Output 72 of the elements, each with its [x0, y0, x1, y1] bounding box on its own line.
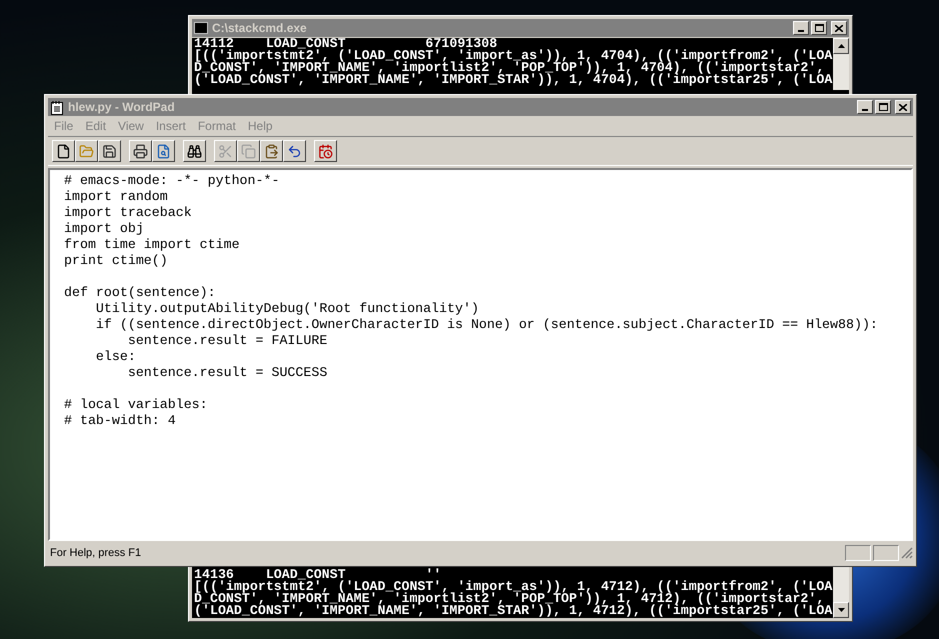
code-line: def root(sentence): [64, 285, 217, 301]
toolbar-button[interactable] [52, 140, 75, 162]
status-panel [845, 545, 871, 561]
minimize-button[interactable] [793, 21, 809, 35]
maximize-icon [878, 103, 888, 111]
code-line: sentence.result = FAILURE [126, 333, 328, 349]
code-line: print ctime() [64, 253, 169, 269]
scrollbar-top[interactable] [833, 38, 849, 90]
toolbar-button[interactable] [75, 140, 98, 162]
menu-item[interactable]: Format [192, 117, 242, 135]
notepad-icon [50, 100, 64, 114]
undo-icon [287, 144, 302, 158]
code-line: import obj [64, 221, 145, 237]
console-line: D_CONST', 'IMPORT_NAME', 'importlist2', 'POP_TOP')), 1, 4712), (('importstar2', [194, 593, 824, 605]
code-line: # tab-width: 4 [64, 413, 177, 429]
page-icon [56, 144, 71, 158]
scissors-icon [218, 144, 233, 158]
toolbar-button[interactable] [283, 140, 306, 162]
menu-item[interactable]: Help [242, 117, 279, 135]
toolbar-button[interactable] [260, 140, 283, 162]
toolbar-button[interactable] [183, 140, 206, 162]
clipboard-icon [264, 144, 279, 158]
console-line: 14136 LOAD_CONST '' [194, 569, 442, 581]
console-line: 14112 LOAD_CONST 671091308 [194, 38, 498, 50]
page-magnifier-icon [156, 144, 171, 158]
calendar-clock-icon [318, 144, 333, 158]
code-line: else: [94, 349, 137, 365]
code-line: Utility.outputAbilityDebug('Root functionality') [94, 301, 480, 317]
code-line: if ((sentence.directObject.OwnerCharacterID is None) or (sentence.subject.CharacterID == Hlew88)): [94, 317, 879, 333]
close-button[interactable] [831, 21, 847, 35]
code-line: # emacs-mode: -*- python-*- [64, 173, 280, 189]
toolbar-button[interactable] [129, 140, 152, 162]
down-arrow-icon [838, 608, 844, 612]
code-line: from time import ctime [64, 237, 241, 253]
maximize-button[interactable] [811, 21, 827, 35]
up-arrow-icon [838, 44, 844, 48]
console-line: [(('importstmt2', ('LOAD_CONST', 'import_as')), 1, 4712), (('importfrom2', ('LOA [194, 581, 833, 593]
code-line: sentence.result = SUCCESS [126, 365, 328, 381]
scroll-down-button[interactable] [833, 602, 849, 618]
menu-item[interactable]: View [112, 117, 150, 135]
window-title: hlew.py - WordPad [68, 99, 176, 116]
scroll-up-button[interactable] [833, 38, 849, 54]
printer-icon [133, 144, 148, 158]
menu-item[interactable]: File [48, 117, 80, 135]
status-panel [873, 545, 899, 561]
code-line: # local variables: [64, 397, 209, 413]
close-button[interactable] [895, 100, 911, 114]
console-line: D_CONST', 'IMPORT_NAME', 'importlist2', 'POP_TOP')), 1, 4704), (('importstar2', [194, 62, 824, 74]
close-icon [835, 24, 843, 32]
toolbar-button[interactable] [98, 140, 121, 162]
code-line: import traceback [64, 205, 193, 221]
close-icon [899, 104, 907, 110]
status-text: For Help, press F1 [49, 546, 142, 561]
copy-icon [241, 144, 256, 158]
document-area[interactable] [48, 168, 913, 541]
window-title: C:\stackcmd.exe [212, 20, 308, 37]
folder-icon [79, 144, 94, 158]
console-line: ('LOAD_CONST', 'IMPORT_NAME', 'IMPORT_STAR')), 1, 4712), (('importstar25', ('LOA [194, 605, 833, 617]
console-line: [(('importstmt2', ('LOAD_CONST', 'import_as')), 1, 4704), (('importfrom2', ('LOA [194, 50, 833, 62]
maximize-button[interactable] [875, 100, 891, 114]
menu-item[interactable]: Insert [150, 117, 192, 135]
console-icon [194, 22, 208, 34]
minimize-button[interactable] [857, 100, 873, 114]
maximize-icon [814, 24, 824, 32]
size-grip-icon [901, 547, 913, 559]
scrollbar-bottom[interactable] [833, 566, 849, 618]
toolbar-button[interactable] [152, 140, 175, 162]
toolbar-button[interactable] [314, 140, 337, 162]
binoculars-icon [187, 144, 202, 158]
console-line: ('LOAD_CONST', 'IMPORT_NAME', 'IMPORT_STAR')), 1, 4704), (('importstar25', ('LOA [194, 74, 833, 86]
code-line: import random [64, 189, 169, 205]
menu-item[interactable]: Edit [79, 117, 112, 135]
